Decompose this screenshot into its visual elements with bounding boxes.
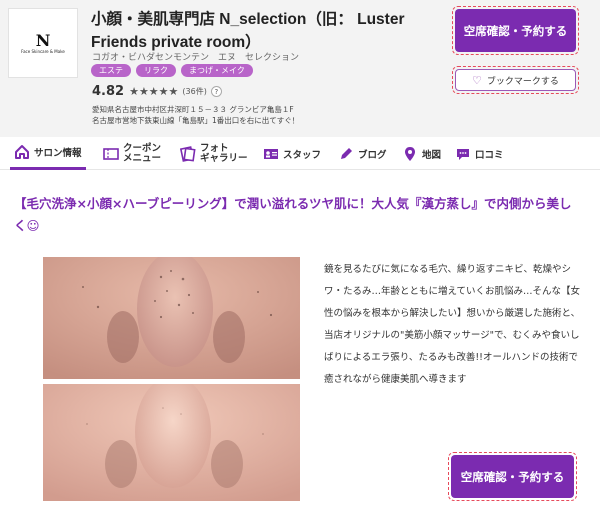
tag-eyelash: まつげ・メイク: [181, 64, 253, 77]
logo-text: Face Skincare & Make: [21, 48, 65, 54]
tab-label: スタッフ: [283, 149, 322, 161]
tab-photo-gallery[interactable]: フォト ギャラリー: [180, 137, 248, 170]
tab-map[interactable]: 地図: [402, 137, 441, 170]
reserve-button-top[interactable]: 空席確認・予約する: [452, 6, 579, 55]
review-count-link[interactable]: (36件): [182, 86, 206, 97]
before-photo: [43, 257, 300, 379]
after-photo: [43, 384, 300, 501]
heart-icon: ♡: [472, 73, 482, 87]
tab-label: クーポン メニュー: [123, 142, 162, 164]
salon-logo[interactable]: N Face Skincare & Make: [8, 8, 78, 78]
address: 愛知県名古屋市中村区井深町１５－３３ グランビア亀島１F 名古屋市営地下鉄東山線…: [92, 104, 299, 126]
tab-label: ブログ: [358, 149, 387, 161]
rating-stars: ★★★★★: [129, 85, 179, 98]
genre-tags: エステ リラク まつげ・メイク: [91, 64, 253, 77]
photo-icon: [180, 145, 196, 162]
coupon-icon: [103, 146, 119, 162]
reserve-button-label[interactable]: 空席確認・予約する: [451, 455, 574, 498]
tab-label: フォト ギャラリー: [200, 142, 248, 164]
staff-icon: [263, 146, 279, 162]
tag-esthe: エステ: [91, 64, 131, 77]
map-pin-icon: [402, 146, 418, 162]
salon-description: 鏡を見るたびに気になる毛穴、繰り返すニキビ、乾燥やシワ・たるみ…年齢とともに増え…: [324, 264, 581, 385]
rating-score: 4.82: [92, 84, 125, 99]
pen-icon: [338, 146, 354, 162]
tab-salon-info[interactable]: サロン情報: [10, 137, 86, 170]
tab-label: 口コミ: [475, 149, 504, 161]
tab-blog[interactable]: ブログ: [338, 137, 387, 170]
bookmark-button[interactable]: ♡ ブックマークする: [452, 66, 579, 94]
salon-header: N Face Skincare & Make 小顔・美肌専門店 N_select…: [0, 0, 600, 137]
salon-name[interactable]: 小顔・美肌専門店 N_selection（旧： Luster Friends p…: [91, 8, 441, 54]
tab-label: 地図: [422, 149, 442, 161]
salon-kana: コガオ・ビハダセンモンテン エヌ セレクション: [92, 53, 300, 63]
catch-copy-headline: 【毛穴洗浄×小顔×ハーブピーリング】で潤い溢れるツヤ肌に！大人気『漢方蒸し』で内…: [14, 196, 572, 233]
bookmark-label: ブックマークする: [486, 76, 559, 87]
help-icon[interactable]: ?: [210, 86, 222, 97]
reserve-button-bottom[interactable]: 空席確認・予約する: [448, 452, 577, 501]
address-line: 愛知県名古屋市中村区井深町１５－３３ グランビア亀島１F: [92, 105, 294, 114]
access-line: 名古屋市営地下鉄東山線「亀島駅」1番出口を右に出てすぐ！: [92, 116, 300, 125]
tag-relax: リラク: [136, 64, 176, 77]
tab-coupon-menu[interactable]: クーポン メニュー: [103, 137, 161, 170]
home-icon: [14, 144, 30, 160]
salon-tabs: サロン情報 クーポン メニュー フォト ギャラリー スタッフ ブログ 地図 口コ…: [0, 137, 600, 170]
tab-staff[interactable]: スタッフ: [263, 137, 321, 170]
tab-label: サロン情報: [34, 148, 82, 159]
logo-letter: N: [35, 30, 51, 50]
chat-icon: [455, 146, 471, 162]
reserve-button-label[interactable]: 空席確認・予約する: [455, 9, 576, 52]
tab-reviews[interactable]: 口コミ: [455, 137, 504, 170]
rating: 4.82 ★★★★★ (36件) ?: [92, 84, 222, 99]
